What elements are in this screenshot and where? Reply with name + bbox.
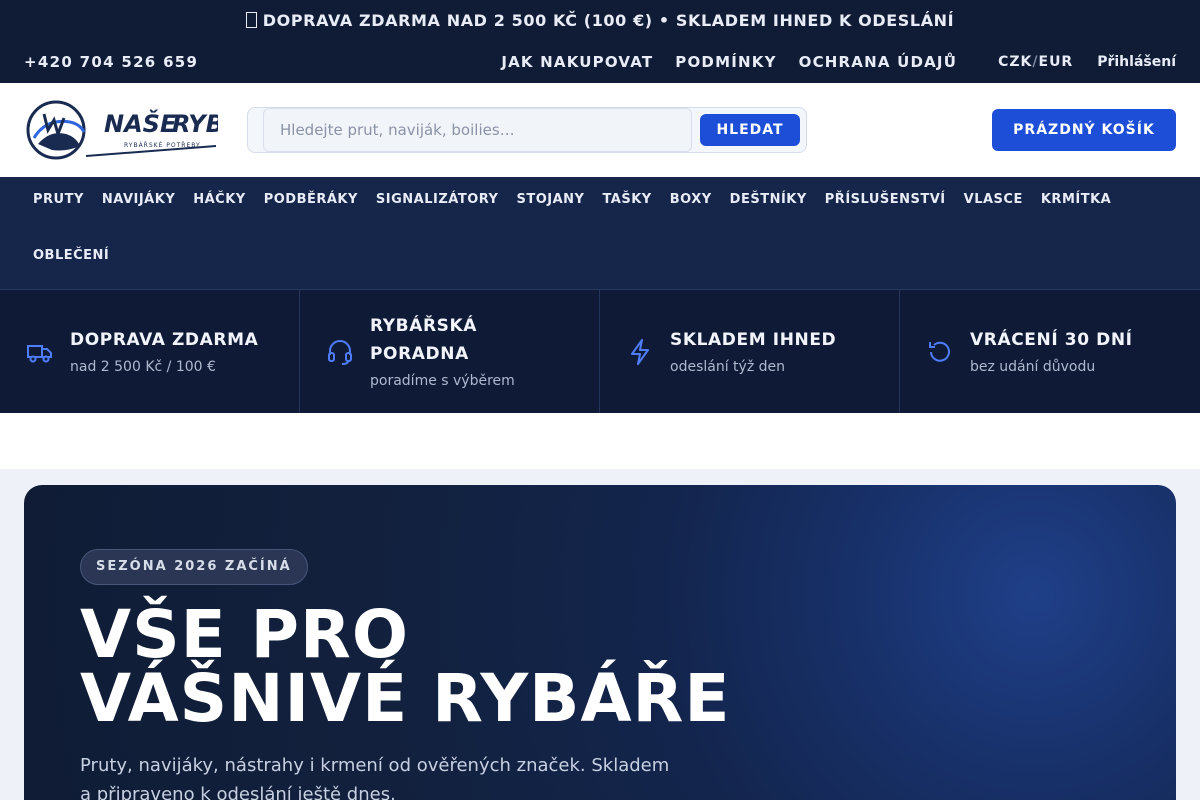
feature-title: SKLADEM IHNED <box>670 329 837 350</box>
hero-title: VŠE PRO VÁŠNIVÉ RYBÁŘE <box>80 602 1120 732</box>
truck-icon <box>27 344 52 362</box>
feature-subtitle: bez udání důvodu <box>970 358 1096 375</box>
feature-subtitle: poradíme s výběrem <box>370 372 515 389</box>
currency-czk[interactable]: CZK <box>998 54 1032 70</box>
currency-switcher: CZK/EUR <box>998 54 1073 70</box>
category-pruty[interactable]: PRUTY <box>33 177 84 233</box>
link-jak-nakupovat[interactable]: JAK NAKUPOVAT <box>501 53 653 71</box>
features-strip: DOPRAVA ZDARMA nad 2 500 Kč / 100 € RYBÁ… <box>0 290 1200 413</box>
promo-text: DOPRAVA ZDARMA NAD 2 500 KČ (100 €) • SK… <box>262 10 955 30</box>
login-link[interactable]: Přihlášení <box>1097 54 1176 70</box>
category-obleceni[interactable]: OBLEČENÍ <box>33 233 109 289</box>
search-input[interactable] <box>263 108 692 152</box>
logo-word-1: NAŠE <box>104 108 177 138</box>
promo-icon <box>245 12 257 28</box>
category-tasky[interactable]: TAŠKY <box>602 177 651 233</box>
hero-text: Pruty, navijáky, nástrahy i krmení od ov… <box>80 755 670 800</box>
feature-title: DOPRAVA ZDARMA <box>70 329 259 350</box>
link-ochrana-udaju[interactable]: OCHRANA ÚDAJŮ <box>799 53 957 71</box>
feature-title: VRÁCENÍ 30 DNÍ <box>970 329 1133 350</box>
logo[interactable]: NAŠE RYBY RYBÁŘSKÉ POTŘEBY <box>26 100 218 160</box>
promo-bar: DOPRAVA ZDARMA NAD 2 500 KČ (100 €) • SK… <box>0 0 1200 40</box>
return-icon <box>929 341 950 362</box>
hero-title-line-2: VÁŠNIVÉ RYBÁŘE <box>80 660 731 737</box>
category-signalizatory[interactable]: SIGNALIZÁTORY <box>376 177 499 233</box>
season-badge: SEZÓNA 2026 ZAČÍNÁ <box>80 549 308 585</box>
utility-links: JAK NAKUPOVAT PODMÍNKY OCHRANA ÚDAJŮ CZK… <box>479 53 1176 71</box>
feature-in-stock: SKLADEM IHNED odeslání týž den <box>600 290 900 413</box>
logo-word-2: RYBY <box>172 110 218 138</box>
logo-image: NAŠE RYBY RYBÁŘSKÉ POTŘEBY <box>26 100 218 160</box>
feature-subtitle: nad 2 500 Kč / 100 € <box>70 358 216 375</box>
link-podminky[interactable]: PODMÍNKY <box>675 53 776 71</box>
category-destniky[interactable]: DEŠTNÍKY <box>730 177 807 233</box>
logo-tagline: RYBÁŘSKÉ POTŘEBY <box>124 141 201 149</box>
feature-advice: RYBÁŘSKÁ PORADNA poradíme s výběrem <box>300 290 600 413</box>
search-bar: HLEDAT <box>247 107 807 153</box>
category-navijaky[interactable]: NAVIJÁKY <box>102 177 175 233</box>
feature-title: RYBÁŘSKÁ PORADNA <box>370 315 478 364</box>
category-boxy[interactable]: BOXY <box>670 177 712 233</box>
category-stojany[interactable]: STOJANY <box>516 177 584 233</box>
cart-button[interactable]: PRÁZDNÝ KOŠÍK <box>992 109 1176 151</box>
feature-returns: VRÁCENÍ 30 DNÍ bez udání důvodu <box>900 290 1200 413</box>
category-prislusenstvi[interactable]: PŘÍSLUŠENSTVÍ <box>825 177 946 233</box>
hero-wrapper: SEZÓNA 2026 ZAČÍNÁ VŠE PRO VÁŠNIVÉ RYBÁŘ… <box>0 469 1200 800</box>
header: NAŠE RYBY RYBÁŘSKÉ POTŘEBY HLEDAT PRÁZDN… <box>0 83 1200 177</box>
category-podberaky[interactable]: PODBĚRÁKY <box>264 177 358 233</box>
hero-banner: SEZÓNA 2026 ZAČÍNÁ VŠE PRO VÁŠNIVÉ RYBÁŘ… <box>24 485 1176 800</box>
search-button[interactable]: HLEDAT <box>700 114 800 146</box>
feature-subtitle: odeslání týž den <box>670 358 785 375</box>
category-nav: PRUTY NAVIJÁKY HÁČKY PODBĚRÁKY SIGNALIZÁ… <box>0 177 1200 290</box>
utility-bar: +420 704 526 659 JAK NAKUPOVAT PODMÍNKY … <box>0 40 1200 83</box>
currency-eur[interactable]: EUR <box>1039 54 1074 70</box>
spacer <box>0 413 1200 469</box>
headset-icon <box>328 339 352 365</box>
phone-number[interactable]: +420 704 526 659 <box>24 53 198 71</box>
category-vlasce[interactable]: VLASCE <box>964 177 1023 233</box>
category-krmitka[interactable]: KRMÍTKA <box>1041 177 1111 233</box>
lightning-icon <box>631 338 649 365</box>
feature-free-shipping: DOPRAVA ZDARMA nad 2 500 Kč / 100 € <box>0 290 300 413</box>
category-hacky[interactable]: HÁČKY <box>193 177 245 233</box>
